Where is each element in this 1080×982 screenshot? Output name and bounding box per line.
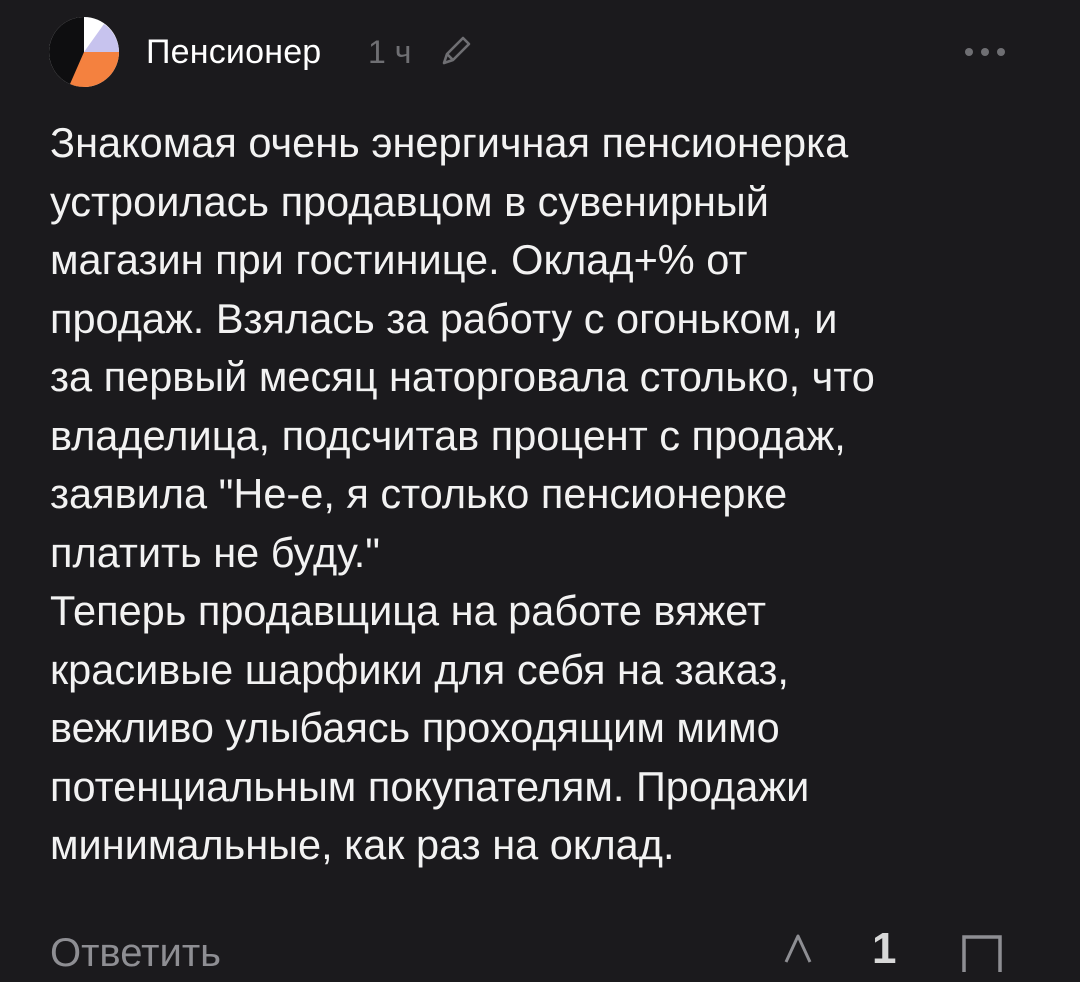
- author-avatar[interactable]: [48, 16, 120, 88]
- more-dots-icon[interactable]: [960, 40, 1010, 64]
- vote-arrow-icon[interactable]: [778, 928, 818, 968]
- pencil-icon[interactable]: [438, 33, 474, 69]
- comment-time: 1 ч: [368, 34, 412, 70]
- avatar-logo-icon: [49, 17, 119, 87]
- comment-body: Знакомая очень энергичная пенсионерка ус…: [50, 119, 875, 868]
- comment-rating: 1: [872, 924, 897, 973]
- bookmark-icon[interactable]: [958, 932, 1006, 972]
- author-name[interactable]: Пенсионер: [146, 26, 321, 78]
- reply-button[interactable]: Ответить: [50, 924, 221, 982]
